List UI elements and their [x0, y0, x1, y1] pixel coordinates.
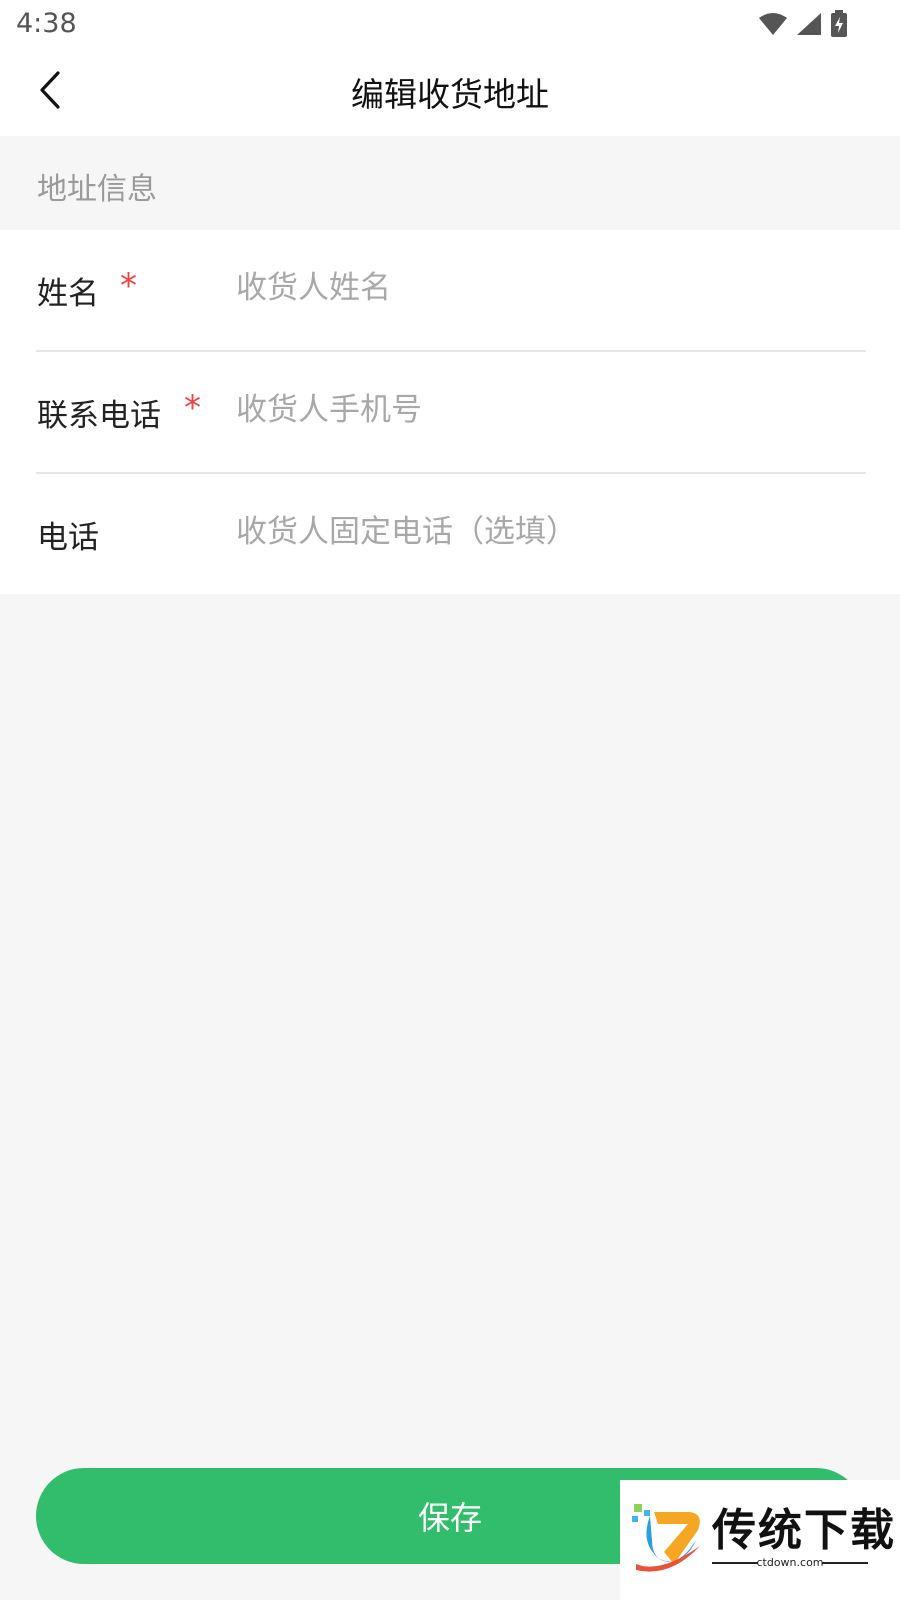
status-bar: 4:38 — [0, 0, 900, 50]
phone-label: 电话 — [37, 520, 99, 556]
status-time: 4:38 — [16, 8, 77, 39]
section-header: 地址信息 — [0, 136, 900, 230]
phone-input[interactable] — [236, 500, 856, 564]
section-header-label: 地址信息 — [37, 172, 157, 207]
status-icons — [758, 10, 848, 42]
form-row-name: 姓名 * — [0, 230, 900, 352]
form-row-phone: 电话 — [0, 474, 900, 596]
wifi-icon — [758, 12, 788, 40]
watermark-logo: 传统下载 ctdown.com — [620, 1480, 900, 1600]
required-mark: * — [184, 388, 201, 428]
watermark-text: 传统下载 — [712, 1505, 896, 1556]
form-row-mobile: 联系电话 * — [0, 352, 900, 474]
ctdown-logo-icon — [630, 1502, 706, 1582]
name-input[interactable] — [236, 256, 856, 320]
name-label: 姓名 — [37, 276, 99, 312]
divider — [822, 1562, 868, 1564]
mobile-input[interactable] — [236, 378, 856, 442]
nav-bar: 编辑收货地址 — [0, 50, 900, 136]
cellular-signal-icon — [796, 12, 822, 40]
address-form: 姓名 * 联系电话 * 电话 — [0, 230, 900, 594]
battery-charging-icon — [830, 10, 848, 42]
page-title: 编辑收货地址 — [351, 75, 549, 114]
mobile-label: 联系电话 — [37, 398, 161, 434]
required-mark: * — [120, 266, 137, 306]
